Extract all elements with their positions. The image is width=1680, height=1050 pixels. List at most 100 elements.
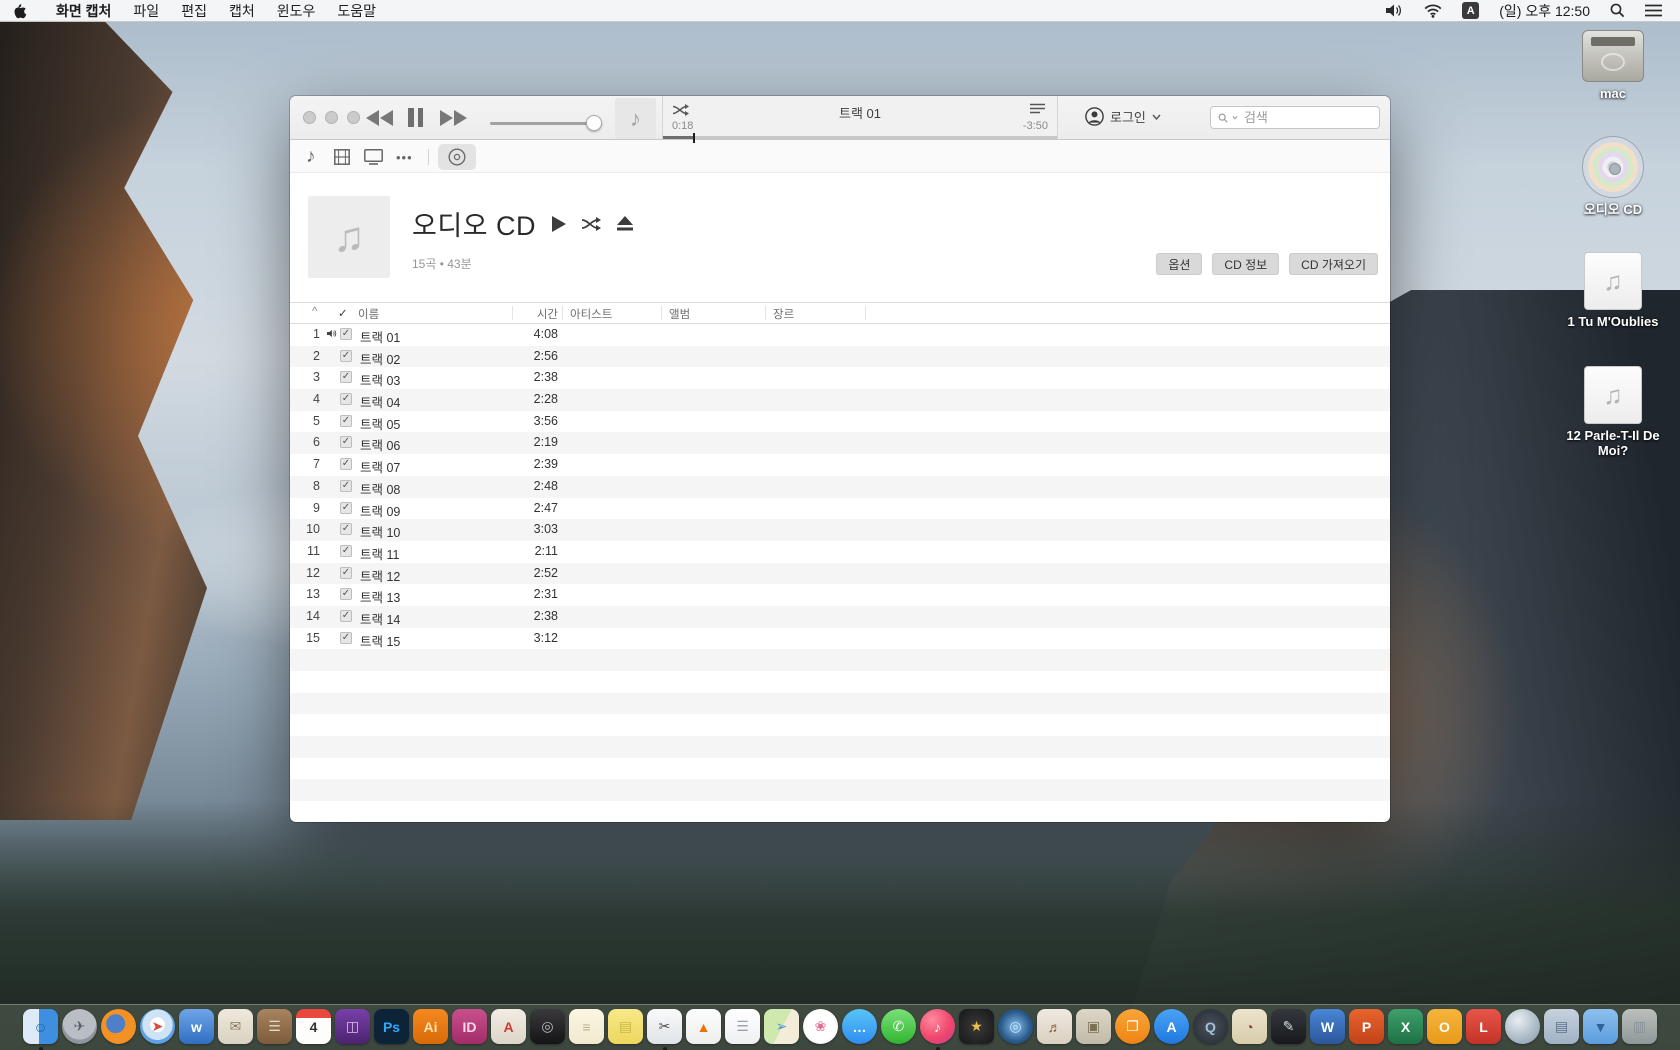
track-name[interactable]: 트랙 06 xyxy=(360,435,400,454)
table-row[interactable]: 11✓트랙 112:11 xyxy=(290,541,1390,563)
track-checkbox[interactable]: ✓ xyxy=(340,328,352,340)
menu-item-5[interactable]: 도움말 xyxy=(326,3,387,19)
table-row[interactable]: 13✓트랙 132:31 xyxy=(290,584,1390,606)
tv-shows-tab-icon[interactable] xyxy=(364,147,383,167)
dock-mail-icon[interactable]: ✉ xyxy=(218,1009,254,1049)
previous-button[interactable] xyxy=(366,110,393,126)
dock-downloads-folder-icon[interactable]: ▼ xyxy=(1583,1009,1619,1049)
dock-safari-icon[interactable]: ➤ xyxy=(140,1009,176,1049)
music-tab-icon[interactable]: ♪ xyxy=(306,147,316,167)
volume-slider-knob[interactable] xyxy=(586,115,602,131)
track-checkbox[interactable]: ✓ xyxy=(340,393,352,405)
dock-maps-icon[interactable]: ➢ xyxy=(764,1009,800,1049)
dock-ms-powerpoint-icon[interactable]: P xyxy=(1349,1009,1385,1049)
track-checkbox[interactable]: ✓ xyxy=(340,567,352,579)
track-checkbox[interactable]: ✓ xyxy=(340,436,352,448)
cd-import-button[interactable]: CD 가져오기 xyxy=(1289,253,1378,275)
dock-launchpad-icon[interactable]: ✈ xyxy=(62,1009,98,1049)
menu-item-4[interactable]: 윈도우 xyxy=(266,3,327,19)
track-name[interactable]: 트랙 05 xyxy=(360,414,400,433)
dock-app-l-icon[interactable]: L xyxy=(1466,1009,1502,1049)
column-artist[interactable]: 아티스트 xyxy=(570,306,612,322)
dock-photoshop-icon[interactable]: Ps xyxy=(374,1009,410,1049)
up-next-icon[interactable] xyxy=(1030,103,1045,114)
dock-itunes-icon[interactable]: ♪ xyxy=(920,1009,956,1049)
table-row[interactable]: 15✓트랙 153:12 xyxy=(290,628,1390,650)
dock-toast-icon[interactable]: ◫ xyxy=(335,1009,371,1049)
now-playing-artwork[interactable]: ♪ xyxy=(615,98,656,139)
dock-ms-excel-icon[interactable]: X xyxy=(1388,1009,1424,1049)
track-checkbox[interactable]: ✓ xyxy=(340,523,352,535)
dock-illustrator-icon[interactable]: Ai xyxy=(413,1009,449,1049)
volume-icon[interactable] xyxy=(1376,4,1414,17)
table-row[interactable]: 7✓트랙 072:39 xyxy=(290,454,1390,476)
progress-playhead[interactable] xyxy=(693,133,695,143)
spotlight-icon[interactable] xyxy=(1600,3,1635,18)
menu-item-0[interactable]: 화면 캡처 xyxy=(45,3,122,19)
options-button[interactable]: 옵션 xyxy=(1156,253,1202,275)
eject-icon[interactable] xyxy=(617,216,633,231)
shuffle-album-icon[interactable] xyxy=(582,217,601,231)
pause-button[interactable] xyxy=(408,108,423,127)
track-checkbox[interactable]: ✓ xyxy=(340,588,352,600)
dock-indesign-icon[interactable]: ID xyxy=(452,1009,488,1049)
sort-indicator[interactable]: ^ xyxy=(312,306,317,318)
dock-ibooks-icon[interactable]: ❐ xyxy=(1115,1009,1151,1049)
audio-file-icon[interactable]: ♫ xyxy=(1584,366,1642,424)
track-name[interactable]: 트랙 14 xyxy=(360,609,400,628)
table-row[interactable]: 8✓트랙 082:48 xyxy=(290,476,1390,498)
input-source-icon[interactable]: A xyxy=(1452,2,1489,19)
desktop-icon-hard-drive-0[interactable]: mac xyxy=(1548,30,1678,102)
menu-item-1[interactable]: 파일 xyxy=(122,3,170,19)
track-name[interactable]: 트랙 11 xyxy=(360,544,399,563)
track-checkbox[interactable]: ✓ xyxy=(340,610,352,622)
track-name[interactable]: 트랙 09 xyxy=(360,501,400,520)
track-name[interactable]: 트랙 13 xyxy=(360,587,400,606)
menu-item-3[interactable]: 캡처 xyxy=(218,3,266,19)
apple-menu-icon[interactable] xyxy=(0,3,45,19)
dock-photo-booth-icon[interactable]: ▣ xyxy=(1076,1009,1112,1049)
dock-ms-word-icon[interactable]: W xyxy=(1310,1009,1346,1049)
dock-finder-icon[interactable]: ☺ xyxy=(23,1009,59,1049)
table-row[interactable]: 4✓트랙 042:28 xyxy=(290,389,1390,411)
track-name[interactable]: 트랙 01 xyxy=(360,327,400,346)
track-checkbox[interactable]: ✓ xyxy=(340,350,352,362)
track-name[interactable]: 트랙 02 xyxy=(360,349,400,368)
table-row[interactable]: 2✓트랙 022:56 xyxy=(290,346,1390,368)
dock-vlc-icon[interactable]: ▲ xyxy=(686,1009,722,1049)
menu-item-2[interactable]: 편집 xyxy=(170,3,218,19)
search-input[interactable] xyxy=(1242,109,1372,126)
table-row[interactable]: 9✓트랙 092:47 xyxy=(290,498,1390,520)
more-media-icon[interactable]: ••• xyxy=(396,147,413,167)
dock-trash-icon[interactable]: ▥ xyxy=(1622,1009,1658,1049)
dock-firefox-icon[interactable] xyxy=(101,1009,137,1049)
track-name[interactable]: 트랙 15 xyxy=(360,631,400,650)
table-row[interactable]: 6✓트랙 062:19 xyxy=(290,432,1390,454)
table-row[interactable]: 14✓트랙 142:38 xyxy=(290,606,1390,628)
track-name[interactable]: 트랙 07 xyxy=(360,457,400,476)
play-album-icon[interactable] xyxy=(552,216,566,232)
table-row[interactable]: 5✓트랙 053:56 xyxy=(290,411,1390,433)
table-row[interactable]: 10✓트랙 103:03 xyxy=(290,519,1390,541)
track-name[interactable]: 트랙 12 xyxy=(360,566,400,585)
dock-app-store-icon[interactable]: A xyxy=(1154,1009,1190,1049)
dock-network-sphere-icon[interactable] xyxy=(1505,1009,1541,1049)
track-checkbox[interactable]: ✓ xyxy=(340,545,352,557)
desktop-icon-audio-file-2[interactable]: ♫1 Tu M'Oublies xyxy=(1548,252,1678,330)
track-name[interactable]: 트랙 03 xyxy=(360,370,400,389)
dock-garageband-icon[interactable]: ♬ xyxy=(1037,1009,1073,1049)
dock-dvd-player-icon[interactable]: ◎ xyxy=(530,1009,566,1049)
movies-tab-icon[interactable] xyxy=(334,147,350,167)
menu-clock[interactable]: (일) 오후 12:50 xyxy=(1489,1,1600,21)
audio-cd-tab[interactable] xyxy=(438,144,476,170)
dock-textedit-icon[interactable]: ≡ xyxy=(569,1009,605,1049)
column-album[interactable]: 앨범 xyxy=(669,306,690,322)
dock-imovie-icon[interactable]: ★ xyxy=(959,1009,995,1049)
track-checkbox[interactable]: ✓ xyxy=(340,502,352,514)
close-button[interactable] xyxy=(303,111,316,124)
minimize-button[interactable] xyxy=(325,111,338,124)
track-checkbox[interactable]: ✓ xyxy=(340,371,352,383)
dock-stickies-icon[interactable]: ▤ xyxy=(608,1009,644,1049)
volume-slider[interactable] xyxy=(490,122,596,125)
dock-photos-icon[interactable]: ❀ xyxy=(803,1009,839,1049)
